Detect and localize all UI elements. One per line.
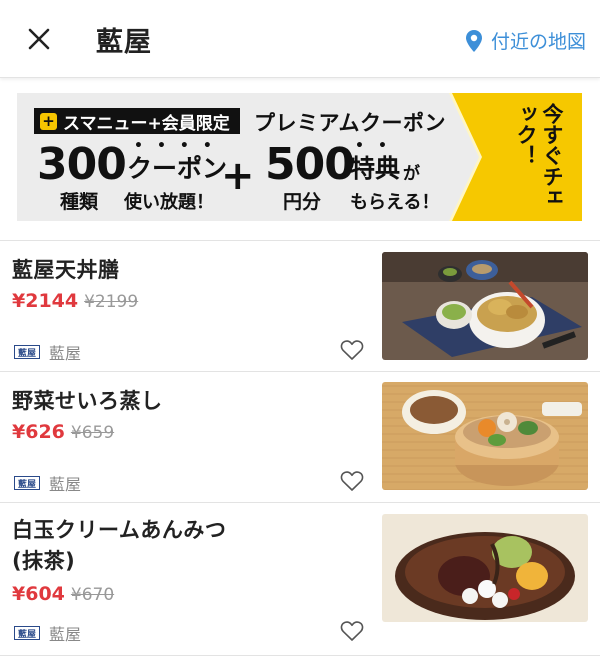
item-name: 白玉クリームあんみつ xyxy=(12,518,227,542)
sale-price: ¥626 xyxy=(12,421,65,443)
plus-sign: + xyxy=(221,153,255,199)
premium-coupon-heading: プレミアムクーポン xyxy=(254,111,447,135)
map-pin-icon xyxy=(465,29,482,52)
shop-name: 藍屋 xyxy=(49,625,82,644)
nearby-map-label: 付近の地図 xyxy=(490,31,586,53)
shop-logo: 藍屋 xyxy=(14,626,40,640)
shop-logo: 藍屋 xyxy=(14,345,40,359)
close-icon xyxy=(28,28,50,50)
coupon-count: 300 xyxy=(37,139,127,190)
bonus-amount-unit: 円分 xyxy=(283,191,322,213)
page-title: 藍屋 xyxy=(96,27,152,58)
plus-badge-icon: + xyxy=(40,112,57,130)
benefit-particle: が xyxy=(403,164,420,184)
premium-coupon-banner[interactable]: + スマニュー+会員限定 プレミアムクーポン 300 種類 •••• クーポン … xyxy=(17,93,582,221)
sale-price: ¥2144 xyxy=(12,290,79,312)
coupon-count-unit: 種類 xyxy=(60,191,99,213)
app-header: 藍屋 付近の地図 xyxy=(0,0,600,78)
shop-name: 藍屋 xyxy=(49,344,82,363)
price-row: ¥626 ¥659 xyxy=(12,421,114,443)
price-row: ¥2144 ¥2199 xyxy=(12,290,138,312)
tendon-set-photo xyxy=(382,252,588,360)
item-name: 藍屋天丼膳 xyxy=(12,258,120,282)
check-now-label: 今すぐチェック！ xyxy=(514,103,564,208)
menu-item[interactable]: 野菜せいろ蒸し ¥626 ¥659 藍屋 藍屋 xyxy=(0,372,600,502)
member-limited-label: スマニュー+会員限定 xyxy=(63,113,230,134)
anmitsu-photo xyxy=(382,514,588,622)
steamed-vegetables-photo xyxy=(382,382,588,490)
bonus-amount: 500 xyxy=(265,139,355,190)
menu-item[interactable]: 藍屋天丼膳 ¥2144 ¥2199 藍屋 藍屋 xyxy=(0,241,600,371)
menu-item[interactable]: 白玉クリームあんみつ (抹茶) ¥604 ¥670 藍屋 藍屋 xyxy=(0,503,600,655)
shop-info: 藍屋 藍屋 xyxy=(14,621,81,645)
shop-name: 藍屋 xyxy=(49,475,82,494)
nearby-map-link[interactable]: 付近の地図 xyxy=(465,27,586,54)
shop-info: 藍屋 藍屋 xyxy=(14,471,81,495)
benefit-word: 特典 xyxy=(350,154,401,183)
favorite-heart-icon[interactable] xyxy=(340,339,364,361)
coupon-word: クーポン xyxy=(127,154,228,183)
original-price: ¥670 xyxy=(70,585,115,605)
shop-info: 藍屋 藍屋 xyxy=(14,340,81,364)
original-price: ¥2199 xyxy=(84,292,139,312)
favorite-heart-icon[interactable] xyxy=(340,620,364,642)
receive-label: もらえる！ xyxy=(350,192,440,213)
original-price: ¥659 xyxy=(70,423,115,443)
close-button[interactable] xyxy=(22,22,56,56)
shop-logo: 藍屋 xyxy=(14,476,40,490)
divider xyxy=(0,655,600,656)
item-name-variant: (抹茶) xyxy=(12,549,76,573)
sale-price: ¥604 xyxy=(12,583,65,605)
item-name: 野菜せいろ蒸し xyxy=(12,389,163,413)
unlimited-use-label: 使い放題！ xyxy=(124,192,214,213)
favorite-heart-icon[interactable] xyxy=(340,470,364,492)
member-limited-badge: + スマニュー+会員限定 xyxy=(34,108,240,134)
price-row: ¥604 ¥670 xyxy=(12,583,114,605)
